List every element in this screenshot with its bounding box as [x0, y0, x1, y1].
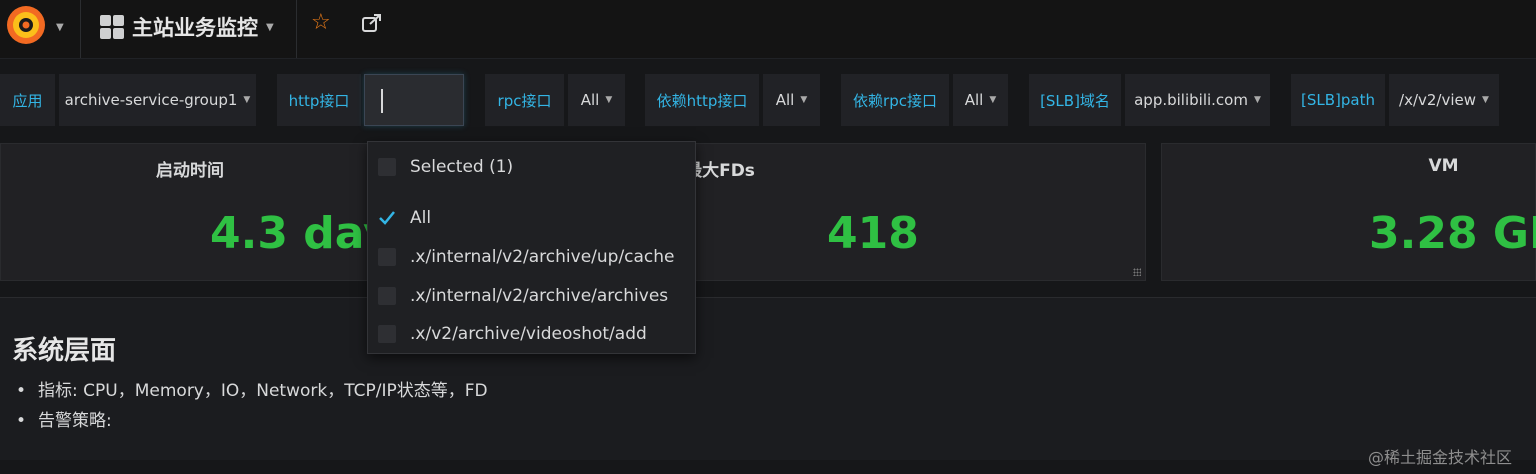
variable-label-slb-path: [SLB]path — [1291, 74, 1385, 126]
panel-title: 启动时间 — [156, 161, 224, 181]
variable-label-rpc: rpc接口 — [485, 74, 564, 126]
checkbox[interactable] — [378, 248, 396, 266]
stat-panel-uptime: 启动时间 4.3 day — [0, 143, 392, 281]
text-cursor — [381, 89, 383, 113]
variable-select-app[interactable]: archive-service-group1 ▼ — [59, 74, 256, 126]
section-title: 系统层面 — [12, 336, 117, 366]
dashboard-title: 主站业务监控 — [132, 16, 258, 40]
variable-value-dep-rpc: All — [964, 91, 984, 109]
bullet-list: 指标: CPU，Memory，IO，Network，TCP/IP状态等，FD 告… — [16, 376, 488, 436]
share-icon[interactable] — [361, 12, 383, 34]
chevron-down-icon: ▼ — [1253, 95, 1261, 105]
option-label: .x/internal/v2/archive/up/cache — [410, 247, 675, 267]
stat-value: 418 — [827, 208, 919, 259]
dropdown-option[interactable]: .x/internal/v2/archive/up/cache — [378, 242, 675, 272]
variable-value-app: archive-service-group1 — [64, 91, 238, 109]
dashboard-grid-icon — [100, 15, 124, 39]
panel-title: VM — [1428, 156, 1459, 176]
variable-label-slb-domain: [SLB]域名 — [1029, 74, 1121, 126]
divider — [80, 0, 81, 58]
grafana-logo-icon[interactable] — [4, 3, 48, 47]
stat-panel-vm: VM 3.28 GB — [1161, 143, 1536, 281]
divider — [296, 0, 297, 58]
checkbox[interactable] — [378, 287, 396, 305]
variable-label-dep-rpc: 依赖rpc接口 — [841, 74, 949, 126]
selected-filter-option[interactable]: Selected (1) — [378, 152, 513, 182]
text-panel-system: 系统层面 指标: CPU，Memory，IO，Network，TCP/IP状态等… — [0, 297, 1536, 460]
checkbox-checked[interactable] — [378, 209, 396, 227]
dropdown-option[interactable]: .x/v2/archive/videoshot/add — [378, 319, 647, 349]
resize-handle[interactable] — [1133, 268, 1141, 276]
dropdown-option-all[interactable]: All — [378, 203, 431, 233]
variable-select-slb-path[interactable]: /x/v2/view ▼ — [1389, 74, 1499, 126]
chevron-down-icon[interactable]: ▼ — [56, 22, 64, 33]
dashboard-picker[interactable]: 主站业务监控 ▼ — [100, 10, 274, 44]
variable-label-app: 应用 — [0, 74, 55, 126]
checkbox[interactable] — [378, 158, 396, 176]
chevron-down-icon: ▼ — [266, 21, 274, 33]
checkmark-icon — [379, 211, 395, 225]
star-icon[interactable]: ☆ — [311, 10, 331, 35]
template-variables-bar: 应用 archive-service-group1 ▼ http接口 rpc接口… — [0, 74, 1536, 126]
chevron-down-icon: ▼ — [800, 95, 808, 105]
variable-select-dep-http[interactable]: All ▼ — [763, 74, 820, 126]
variable-select-slb-domain[interactable]: app.bilibili.com ▼ — [1125, 74, 1270, 126]
chevron-down-icon: ▼ — [1482, 95, 1489, 105]
stat-value: 3.28 GB — [1369, 208, 1536, 259]
stat-value: 4.3 day — [210, 208, 392, 259]
variable-label-dep-http: 依赖http接口 — [645, 74, 759, 126]
list-item: 指标: CPU，Memory，IO，Network，TCP/IP状态等，FD — [16, 376, 488, 406]
option-label: All — [410, 208, 432, 228]
list-item: 告警策略: — [16, 406, 488, 436]
variable-value-rpc: All — [580, 91, 600, 109]
option-label: .x/v2/archive/videoshot/add — [410, 324, 647, 344]
watermark: @稀土掘金技术社区 — [1368, 448, 1513, 467]
variable-value-slb-domain: app.bilibili.com — [1134, 91, 1248, 109]
dropdown-option[interactable]: .x/internal/v2/archive/archives — [378, 281, 668, 311]
checkbox[interactable] — [378, 325, 396, 343]
variable-select-dep-rpc[interactable]: All ▼ — [953, 74, 1008, 126]
variable-input-http[interactable] — [364, 74, 464, 126]
variable-label-http: http接口 — [277, 74, 361, 126]
option-label: .x/internal/v2/archive/archives — [410, 286, 669, 306]
chevron-down-icon: ▼ — [605, 95, 613, 105]
variable-value-dep-http: All — [775, 91, 795, 109]
chevron-down-icon: ▼ — [243, 95, 251, 105]
variable-select-rpc[interactable]: All ▼ — [568, 74, 625, 126]
option-label: Selected (1) — [410, 157, 514, 177]
chevron-down-icon: ▼ — [989, 95, 997, 105]
variable-value-slb-path: /x/v2/view — [1399, 91, 1477, 109]
variable-options-dropdown: Selected (1) All .x/internal/v2/archive/… — [367, 141, 696, 354]
top-navbar: ▼ 主站业务监控 ▼ ☆ — [0, 0, 1536, 59]
